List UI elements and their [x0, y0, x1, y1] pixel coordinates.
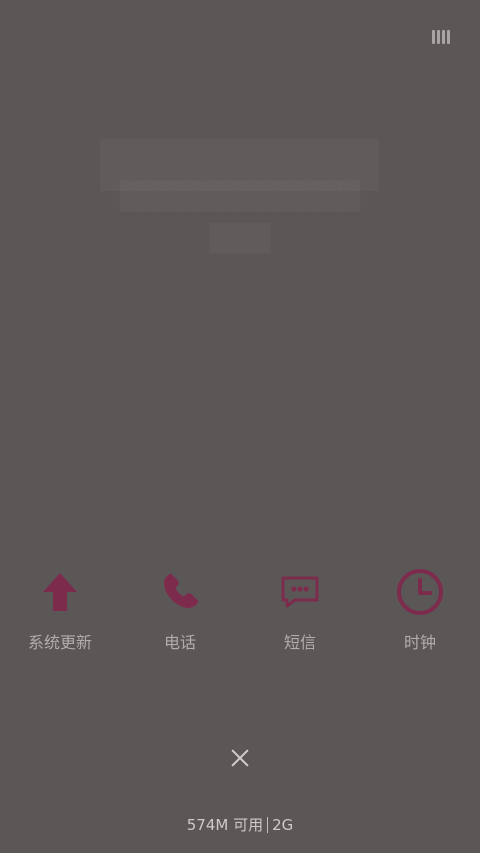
ghost-title: ████████ — [101, 140, 380, 191]
message-bubble-icon — [270, 562, 330, 622]
ghost-line-2: ███ — [210, 224, 270, 254]
recent-apps-screen: ████████ ████████████ ███ 系统更新 电话 — [0, 0, 480, 853]
app-system-update[interactable]: 系统更新 — [0, 560, 120, 670]
close-icon — [229, 747, 251, 769]
status-divider — [267, 817, 269, 833]
app-label: 电话 — [163, 633, 196, 652]
ghost-line-1: ████████████ — [120, 182, 360, 212]
phone-icon — [150, 562, 210, 622]
app-messages[interactable]: 短信 — [240, 560, 360, 670]
network-text: 2G — [272, 816, 294, 834]
app-label: 短信 — [283, 633, 316, 652]
app-label: 系统更新 — [27, 633, 92, 652]
memory-text: 574M 可用 — [186, 816, 264, 834]
app-phone[interactable]: 电话 — [120, 560, 240, 670]
close-button[interactable] — [220, 738, 260, 778]
app-clock[interactable]: 时钟 — [360, 560, 480, 670]
background-ghost-content: ████████ ████████████ ███ — [0, 0, 480, 853]
upload-arrow-icon — [30, 562, 90, 622]
app-label: 时钟 — [403, 633, 436, 652]
clock-icon — [390, 562, 450, 622]
recent-app-list: 系统更新 电话 短信 时钟 — [0, 560, 480, 670]
recent-apps-icon[interactable] — [432, 30, 450, 44]
memory-network-status: 574M 可用 2G — [0, 816, 480, 834]
